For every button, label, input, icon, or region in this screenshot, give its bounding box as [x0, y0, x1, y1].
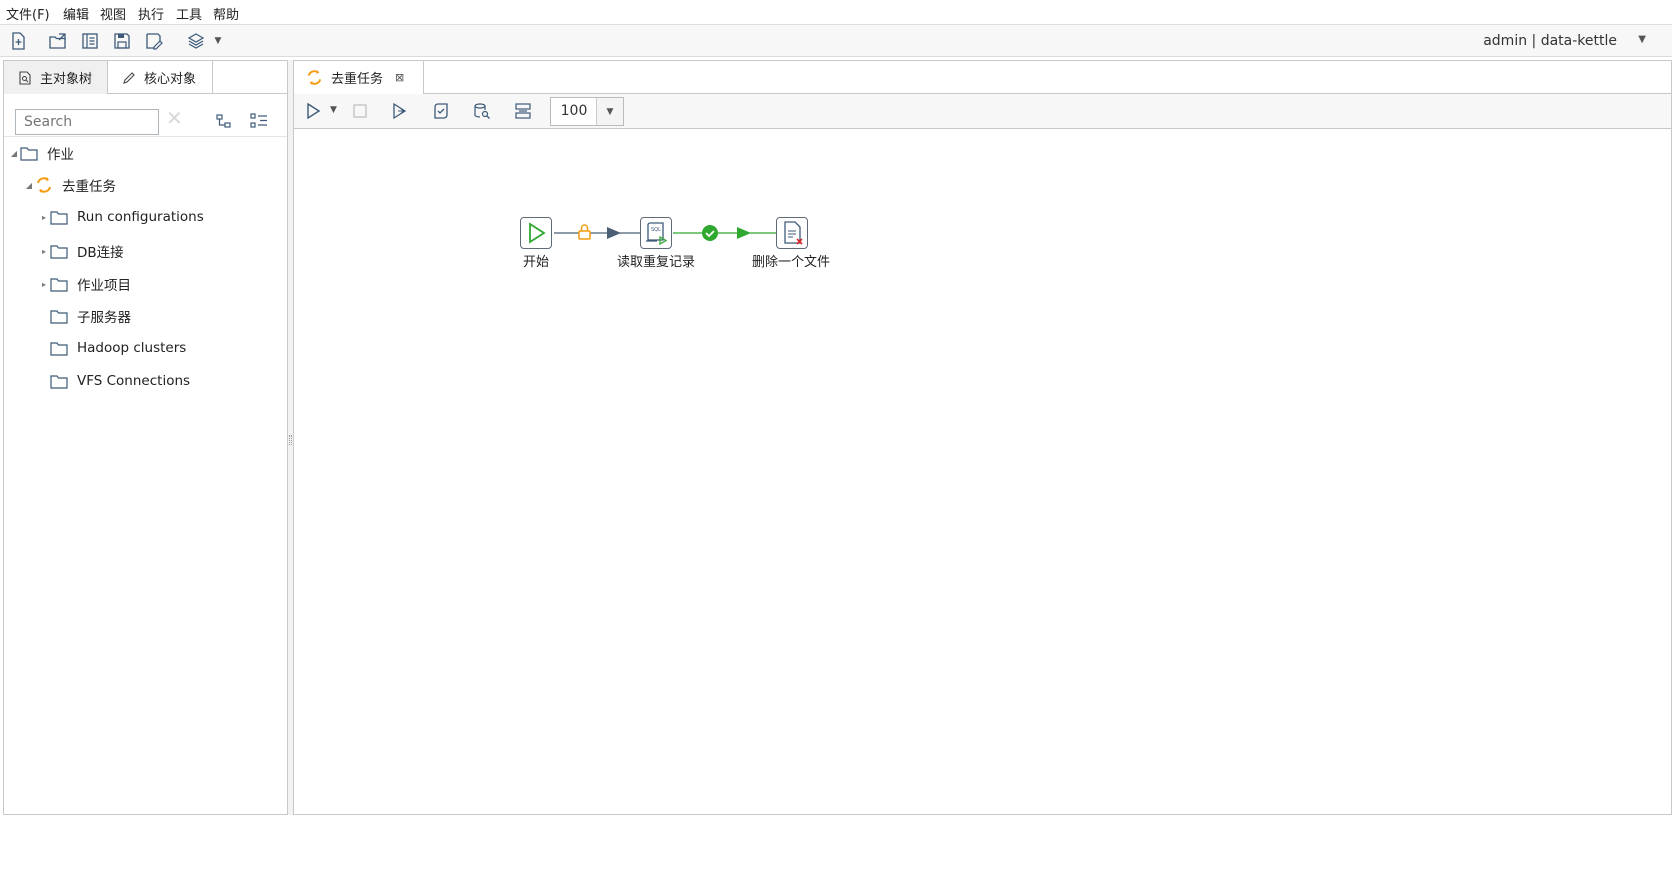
new-file-icon[interactable]: [8, 31, 28, 51]
sql-icon[interactable]: [473, 102, 493, 122]
hop-sql-to-delete[interactable]: [673, 225, 776, 241]
folder-icon: [20, 147, 38, 161]
tab-label: 去重任务: [331, 72, 384, 87]
node-start[interactable]: [520, 217, 552, 249]
folder-icon: [50, 342, 68, 356]
tree-item-hadoop-clusters[interactable]: Hadoop clusters: [38, 337, 186, 359]
open-icon[interactable]: [48, 31, 68, 51]
tab-core-objects[interactable]: 核心对象: [108, 61, 213, 94]
zoom-value[interactable]: 100: [551, 98, 597, 125]
save-icon[interactable]: [112, 31, 132, 51]
user-repository-label[interactable]: admin | data-kettle: [1483, 33, 1617, 49]
menu-help[interactable]: 帮助: [213, 4, 239, 23]
folder-icon: [50, 310, 68, 324]
folder-icon: [50, 278, 68, 292]
folder-icon: [50, 245, 68, 259]
explore-repository-icon[interactable]: [80, 31, 100, 51]
node-delete-file[interactable]: [776, 217, 808, 249]
explorer-panel: 主对象树 核心对象 ✕ ◢ 作业 ◢ 去重任务: [3, 60, 288, 815]
collapsed-arrow-icon[interactable]: ▸: [38, 280, 50, 289]
tab-main-object-tree[interactable]: 主对象树: [4, 61, 108, 94]
explorer-tabs: 主对象树 核心对象: [4, 61, 287, 94]
tree-label: VFS Connections: [77, 373, 191, 389]
menu-tools[interactable]: 工具: [176, 4, 202, 23]
tree-item-run-configurations[interactable]: ▸ Run configurations: [38, 206, 204, 228]
menu-run[interactable]: 执行: [138, 4, 164, 23]
menu-bar: 文件(F) 编辑 视图 执行 工具 帮助: [0, 0, 1672, 24]
folder-icon: [50, 211, 68, 225]
clear-search-icon[interactable]: ✕: [166, 106, 183, 130]
node-sql[interactable]: SQL: [640, 217, 672, 249]
canvas-toolbar: ▼ 100 ▼: [294, 94, 1671, 129]
collapse-all-icon[interactable]: [215, 112, 233, 130]
perspective-dropdown-icon[interactable]: ▼: [208, 31, 228, 51]
tab-label: 核心对象: [144, 72, 197, 87]
tree-label: 子服务器: [77, 310, 131, 326]
user-menu-caret-icon[interactable]: ▼: [1638, 34, 1646, 45]
tree-label: Run configurations: [77, 209, 204, 225]
view-icon: [19, 70, 31, 85]
tree-item-job-entries[interactable]: ▸ 作业项目: [38, 273, 131, 295]
job-icon: [307, 69, 322, 86]
success-check-icon: [702, 225, 718, 241]
zoom-combobox[interactable]: 100 ▼: [550, 97, 624, 126]
pencil-icon: [123, 71, 135, 84]
node-start-label: 开始: [523, 255, 550, 270]
job-icon: [37, 177, 51, 193]
collapsed-arrow-icon[interactable]: ▸: [38, 213, 50, 222]
tree-label: DB连接: [77, 245, 124, 261]
run-icon[interactable]: [304, 102, 324, 122]
expand-all-icon[interactable]: [250, 112, 268, 130]
unconditional-lock-icon: [578, 224, 591, 240]
close-tab-icon[interactable]: ⊠: [395, 71, 404, 84]
check-job-icon[interactable]: [432, 102, 452, 122]
stop-icon[interactable]: [351, 102, 371, 122]
splitter-grip[interactable]: [289, 435, 292, 445]
spoon-window: 文件(F) 编辑 视图 执行 工具 帮助 ▼ admin | data-kett…: [0, 0, 1672, 869]
svg-text:SQL: SQL: [651, 227, 661, 233]
delete-file-icon: [784, 221, 803, 245]
folder-icon: [50, 375, 68, 389]
main-toolbar: ▼ admin | data-kettle ▼: [0, 24, 1672, 57]
tree-item-job[interactable]: ◢ 去重任务: [23, 174, 116, 196]
collapsed-arrow-icon[interactable]: ▸: [38, 247, 50, 256]
layout-icon[interactable]: [514, 102, 534, 122]
zoom-dropdown-icon[interactable]: ▼: [596, 98, 623, 125]
expanded-arrow-icon[interactable]: ◢: [8, 149, 20, 158]
job-canvas[interactable]: 开始 SQL 读取重复记录 删除一个文件: [294, 129, 1671, 814]
node-delete-file-label: 删除一个文件: [752, 255, 831, 270]
tree-label: Hadoop clusters: [77, 340, 187, 356]
tree-item-db-connections[interactable]: ▸ DB连接: [38, 240, 124, 262]
tab-label: 主对象树: [40, 72, 93, 87]
save-as-icon[interactable]: [144, 31, 164, 51]
preview-icon[interactable]: [391, 102, 411, 122]
tree-root-jobs[interactable]: ◢ 作业: [8, 142, 74, 164]
node-sql-label: 读取重复记录: [617, 255, 696, 270]
tree-label: 作业项目: [77, 278, 131, 294]
tab-job-dedup[interactable]: 去重任务 ⊠: [294, 61, 424, 94]
tree-label: 作业: [47, 147, 74, 163]
job-editor-panel: 去重任务 ⊠ ▼ 100 ▼ 开始 SQL 读取重复记录 删除一个文件: [293, 60, 1672, 815]
expanded-arrow-icon[interactable]: ◢: [23, 181, 35, 190]
search-row: ✕: [4, 97, 287, 137]
run-options-dropdown-icon[interactable]: ▼: [330, 105, 350, 125]
hop-start-to-sql[interactable]: [554, 224, 640, 240]
search-input[interactable]: [15, 109, 159, 135]
menu-edit[interactable]: 编辑: [63, 4, 89, 23]
tree-label: 去重任务: [62, 179, 116, 195]
document-tabs: 去重任务 ⊠: [294, 61, 1671, 94]
perspective-layers-icon[interactable]: [186, 31, 206, 51]
menu-view[interactable]: 视图: [100, 4, 126, 23]
hops-layer: [554, 224, 776, 241]
sql-script-icon: SQL: [646, 222, 668, 246]
tree-item-slave-servers[interactable]: 子服务器: [38, 305, 131, 327]
menu-file[interactable]: 文件(F): [6, 4, 50, 23]
start-icon: [529, 222, 546, 244]
tree-item-vfs-connections[interactable]: VFS Connections: [38, 370, 190, 392]
